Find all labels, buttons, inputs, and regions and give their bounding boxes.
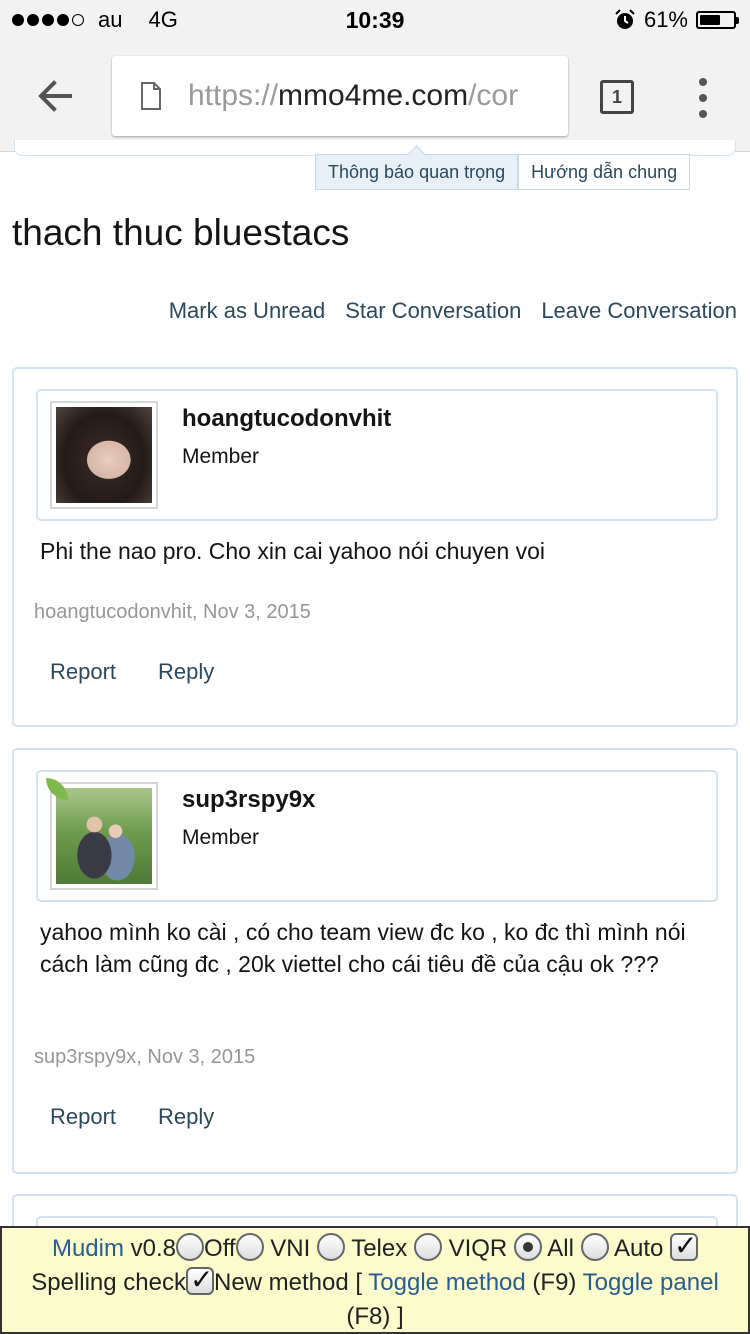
battery-percent: 61% xyxy=(643,7,688,32)
mudim-panel: Mudim v0.8Off VNI Telex VIQR All Auto Sp… xyxy=(0,1226,750,1334)
back-arrow-icon[interactable] xyxy=(34,74,78,118)
subtab-important-notices[interactable]: Thông báo quan trọng xyxy=(315,154,519,190)
mudim-row-1: Mudim v0.8 Off VNI Telex VIQR All Auto xyxy=(2,1229,748,1266)
message-user-info: hoangtucodonvhit Member xyxy=(36,389,718,521)
message-controls: Report Reply xyxy=(50,659,214,685)
message-controls: Report Reply xyxy=(50,1104,214,1130)
tab-switcher-button[interactable]: 1 xyxy=(600,80,634,114)
reply-link[interactable]: Reply xyxy=(158,659,214,685)
mudim-version: v0.8 xyxy=(130,1235,177,1262)
overflow-menu-icon[interactable] xyxy=(694,78,712,118)
toggle-panel-link[interactable]: Toggle panel xyxy=(583,1269,719,1296)
subtab-bar: Thông báo quan trọng Hướng dẫn chung xyxy=(315,154,691,190)
username[interactable]: hoangtucodonvhit xyxy=(182,405,391,433)
message-item: sup3rspy9x Member yahoo mình ko cài , có… xyxy=(12,748,738,1174)
user-title: Member xyxy=(182,445,260,468)
username[interactable]: sup3rspy9x xyxy=(182,786,315,814)
conversation-actions: Mark as Unread Star Conversation Leave C… xyxy=(169,298,737,324)
message-item: hoangtucodonvhit Member Phi the nao pro.… xyxy=(12,367,738,727)
alarm-icon xyxy=(615,9,635,29)
mudim-row-3: (F8) ] xyxy=(346,1303,404,1330)
message-text: yahoo mình ko cài , có cho team view đc … xyxy=(40,919,686,977)
mudim-row-2: Spelling checkNew method [ Toggle method… xyxy=(2,1263,748,1300)
message-text: Phi the nao pro. Cho xin cai yahoo nói c… xyxy=(40,538,546,564)
url-text: https://mmo4me.com/cor xyxy=(188,79,519,112)
radio-telex[interactable] xyxy=(316,1233,345,1261)
toggle-method-link[interactable]: Toggle method xyxy=(368,1269,525,1296)
browser-toolbar: https://mmo4me.com/cor 1 xyxy=(0,40,750,152)
new-method-checkbox[interactable] xyxy=(185,1263,214,1297)
page-title: thach thuc bluestacs xyxy=(12,212,350,253)
message-meta[interactable]: sup3rspy9x, Nov 3, 2015 xyxy=(34,1046,255,1069)
url-bar[interactable]: https://mmo4me.com/cor xyxy=(112,56,568,136)
avatar[interactable] xyxy=(50,401,158,509)
page-icon xyxy=(141,82,161,110)
reply-link[interactable]: Reply xyxy=(158,1104,214,1130)
message-user-info: sup3rspy9x Member xyxy=(36,770,718,902)
mudim-link[interactable]: Mudim xyxy=(52,1235,124,1262)
battery-icon xyxy=(696,11,739,29)
user-title: Member xyxy=(182,826,260,849)
report-link[interactable]: Report xyxy=(50,659,116,685)
spelling-check-checkbox[interactable] xyxy=(670,1229,699,1263)
star-conversation-link[interactable]: Star Conversation xyxy=(345,298,521,324)
radio-vni[interactable] xyxy=(235,1233,264,1261)
report-link[interactable]: Report xyxy=(50,1104,116,1130)
radio-auto[interactable] xyxy=(580,1233,609,1261)
subtab-general-guide[interactable]: Hướng dẫn chung xyxy=(518,154,691,190)
radio-off[interactable] xyxy=(176,1233,205,1261)
radio-viqr[interactable] xyxy=(413,1233,442,1261)
leave-conversation-link[interactable]: Leave Conversation xyxy=(541,298,737,324)
status-bar: au 4G 10:39 61% xyxy=(0,0,750,40)
mark-as-unread-link[interactable]: Mark as Unread xyxy=(169,298,326,324)
message-meta[interactable]: hoangtucodonvhit, Nov 3, 2015 xyxy=(34,601,311,624)
radio-all[interactable] xyxy=(513,1233,542,1261)
